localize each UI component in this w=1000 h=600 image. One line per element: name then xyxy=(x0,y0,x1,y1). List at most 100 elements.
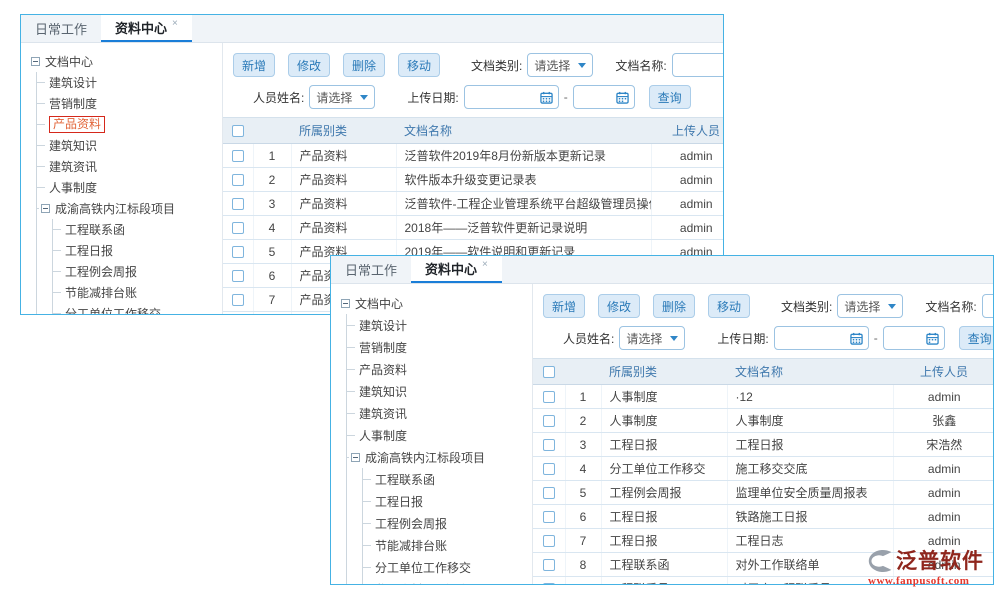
date-from-input[interactable] xyxy=(774,326,869,350)
row-checkbox[interactable] xyxy=(232,294,244,306)
tree-item-daily-report[interactable]: 工程日报 xyxy=(53,240,222,261)
tab-bar: 日常工作 资料中心 × xyxy=(331,256,993,284)
tree-item-marketing-policy[interactable]: 营销制度 xyxy=(37,93,222,114)
tree-item-work-handover[interactable]: 分工单位工作移交 xyxy=(363,556,532,578)
date-from-input[interactable] xyxy=(464,85,559,109)
add-button[interactable]: 新增 xyxy=(543,294,585,318)
collapse-icon[interactable] xyxy=(351,453,360,462)
select-all-checkbox[interactable] xyxy=(543,366,555,378)
doc-type-select[interactable]: 请选择 xyxy=(527,53,593,77)
document-tree: 文档中心 建筑设计 营销制度 产品资料 建筑知识 建筑资讯 人事制度 成渝高铁内… xyxy=(331,284,533,584)
tree-item-contact-letter[interactable]: 工程联系函 xyxy=(53,219,222,240)
tree-item-hr-policy[interactable]: 人事制度 xyxy=(37,177,222,198)
select-all-checkbox[interactable] xyxy=(232,125,244,137)
table-row[interactable]: 4产品资料2018年——泛普软件更新记录说明admin xyxy=(223,216,723,240)
tree-item-building-knowledge[interactable]: 建筑知识 xyxy=(347,380,532,402)
row-checkbox[interactable] xyxy=(232,174,244,186)
row-checkbox[interactable] xyxy=(543,559,555,571)
tree-item-work-handover[interactable]: 分工单位工作移交 xyxy=(53,303,222,314)
tab-close-icon[interactable]: × xyxy=(172,18,178,29)
tree-item-building-news[interactable]: 建筑资讯 xyxy=(347,402,532,424)
search-button[interactable]: 查询 xyxy=(959,326,993,350)
doc-type-select[interactable]: 请选择 xyxy=(837,294,903,318)
tree-item-supervision-data[interactable]: 监理资料(B2资质) xyxy=(363,578,532,584)
tab-daily-work[interactable]: 日常工作 xyxy=(331,256,411,283)
date-to-input[interactable] xyxy=(883,326,945,350)
tree-item-contact-letter[interactable]: 工程联系函 xyxy=(363,468,532,490)
row-checkbox[interactable] xyxy=(543,487,555,499)
search-button[interactable]: 查询 xyxy=(649,85,691,109)
table-row[interactable]: 1人事制度·12admin xyxy=(533,385,993,409)
person-name-select[interactable]: 请选择 xyxy=(309,85,375,109)
row-checkbox[interactable] xyxy=(543,511,555,523)
tab-data-center[interactable]: 资料中心 × xyxy=(101,15,192,42)
table-row[interactable]: 2人事制度人事制度张鑫 xyxy=(533,409,993,433)
doc-type-value: 请选择 xyxy=(534,57,570,74)
table-row[interactable]: 1产品资料泛普软件2019年8月份新版本更新记录admin xyxy=(223,144,723,168)
row-checkbox[interactable] xyxy=(232,270,244,282)
row-checkbox[interactable] xyxy=(543,415,555,427)
table-row[interactable]: 3产品资料泛普软件-工程企业管理系统平台超级管理员操作手册admin xyxy=(223,192,723,216)
collapse-icon[interactable] xyxy=(31,57,40,66)
row-checkbox[interactable] xyxy=(232,246,244,258)
row-checkbox[interactable] xyxy=(232,198,244,210)
tab-data-center[interactable]: 资料中心 × xyxy=(411,256,502,283)
row-checkbox[interactable] xyxy=(232,222,244,234)
tree-item-hr-policy[interactable]: 人事制度 xyxy=(347,424,532,446)
collapse-icon[interactable] xyxy=(341,299,350,308)
edit-button[interactable]: 修改 xyxy=(288,53,330,77)
tab-label: 资料中心 xyxy=(115,18,167,37)
row-checkbox[interactable] xyxy=(232,150,244,162)
delete-button[interactable]: 删除 xyxy=(343,53,385,77)
tree-item-building-news[interactable]: 建筑资讯 xyxy=(37,156,222,177)
tree-item-product-data-selected[interactable]: 产品资料 xyxy=(37,114,222,135)
doc-name-input[interactable] xyxy=(982,294,993,318)
tree-item-building-knowledge[interactable]: 建筑知识 xyxy=(37,135,222,156)
index-header xyxy=(565,359,601,385)
calendar-icon[interactable] xyxy=(850,332,863,345)
move-button[interactable]: 移动 xyxy=(708,294,750,318)
fanpu-logo-icon xyxy=(864,548,894,574)
tree-item-weekly-meeting[interactable]: 工程例会周报 xyxy=(53,261,222,282)
person-name-select[interactable]: 请选择 xyxy=(619,326,685,350)
fanpu-watermark: 泛普软件 www.fanpusoft.com xyxy=(864,548,984,587)
edit-button[interactable]: 修改 xyxy=(598,294,640,318)
tree-node-project[interactable]: 成渝高铁内江标段项目 xyxy=(37,198,222,219)
calendar-icon[interactable] xyxy=(926,332,939,345)
tree-item-product-data[interactable]: 产品资料 xyxy=(347,358,532,380)
tree-root-document-center[interactable]: 文档中心 xyxy=(31,51,222,72)
tree-item-building-design[interactable]: 建筑设计 xyxy=(347,314,532,336)
tree-root-document-center[interactable]: 文档中心 xyxy=(341,292,532,314)
row-checkbox[interactable] xyxy=(543,391,555,403)
table-row[interactable]: 4分工单位工作移交施工移交交底admin xyxy=(533,457,993,481)
category-header: 所属别类 xyxy=(601,359,727,385)
doc-name-input[interactable] xyxy=(672,53,723,77)
add-button[interactable]: 新增 xyxy=(233,53,275,77)
row-checkbox[interactable] xyxy=(543,463,555,475)
tab-daily-work[interactable]: 日常工作 xyxy=(21,15,101,42)
row-checkbox[interactable] xyxy=(543,535,555,547)
row-checkbox[interactable] xyxy=(543,439,555,451)
collapse-icon[interactable] xyxy=(41,204,50,213)
date-to-input[interactable] xyxy=(573,85,635,109)
calendar-icon[interactable] xyxy=(540,91,553,104)
tree-item-marketing-policy[interactable]: 营销制度 xyxy=(347,336,532,358)
table-row[interactable]: 6工程日报铁路施工日报admin xyxy=(533,505,993,529)
calendar-icon[interactable] xyxy=(616,91,629,104)
uploader-header: 上传人员 xyxy=(651,118,723,144)
table-row[interactable]: 3工程日报工程日报宋浩然 xyxy=(533,433,993,457)
table-row[interactable]: 2产品资料软件版本升级变更记录表admin xyxy=(223,168,723,192)
delete-button[interactable]: 删除 xyxy=(653,294,695,318)
move-button[interactable]: 移动 xyxy=(398,53,440,77)
table-row[interactable]: 5工程例会周报监理单位安全质量周报表admin xyxy=(533,481,993,505)
person-name-value: 请选择 xyxy=(316,89,352,106)
tree-item-energy-ledger[interactable]: 节能减排台账 xyxy=(363,534,532,556)
tree-node-project[interactable]: 成渝高铁内江标段项目 xyxy=(347,446,532,468)
row-checkbox[interactable] xyxy=(543,583,555,584)
tree-item-building-design[interactable]: 建筑设计 xyxy=(37,72,222,93)
table-header-row: 所属别类 文档名称 上传人员 xyxy=(533,359,993,385)
tree-item-daily-report[interactable]: 工程日报 xyxy=(363,490,532,512)
tab-close-icon[interactable]: × xyxy=(482,259,488,270)
tree-item-weekly-meeting[interactable]: 工程例会周报 xyxy=(363,512,532,534)
tree-item-energy-ledger[interactable]: 节能减排台账 xyxy=(53,282,222,303)
